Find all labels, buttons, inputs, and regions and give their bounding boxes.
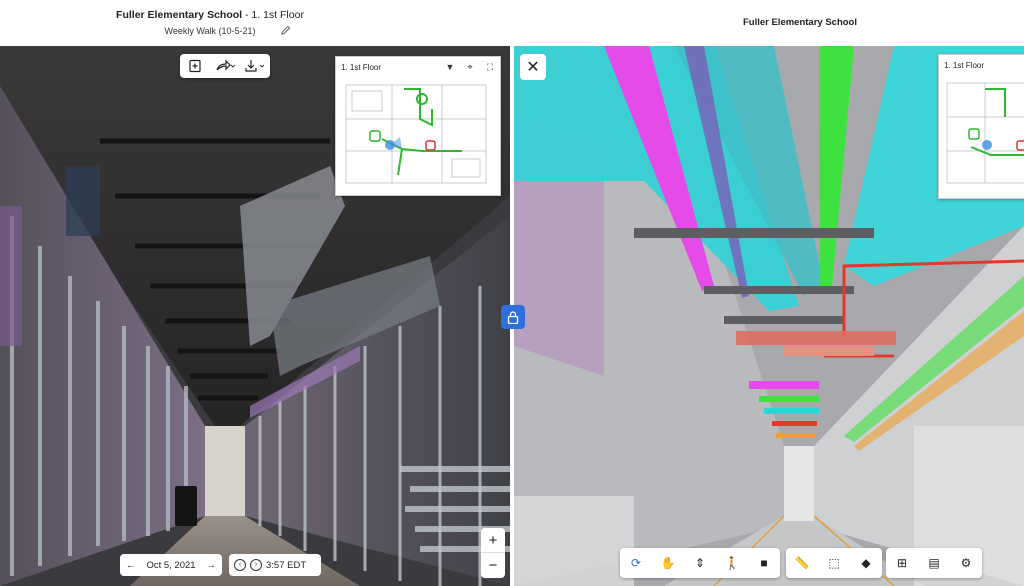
photo-action-toolbar: [180, 54, 270, 78]
capture-date: Oct 5, 2021: [146, 559, 196, 571]
model-minimap-floor-label: 1. 1st Floor: [944, 60, 985, 70]
fullscreen-icon[interactable]: ⛶: [480, 62, 500, 73]
properties-button[interactable]: ▤: [918, 548, 950, 578]
vertical-move-button[interactable]: ⇕: [684, 548, 716, 578]
camera-icon: ■: [760, 556, 768, 570]
download-button[interactable]: [242, 59, 268, 74]
orbit-icon: ⟳: [630, 556, 642, 570]
hierarchy-icon: ⊞: [896, 556, 908, 570]
walk-name: Weekly Walk (10-5-21): [164, 26, 256, 36]
edit-pencil-icon[interactable]: [279, 25, 291, 37]
section-box-icon: ⬚: [828, 556, 840, 570]
floor-name: 1. 1st Floor: [251, 9, 304, 21]
model-minimap-header: 1. 1st Floor: [939, 55, 1024, 75]
navigation-toolbar: ⟳ ✋ ⇕ 🚶 ■: [620, 548, 780, 578]
project-name: Fuller Elementary School: [116, 9, 243, 21]
new-doc-button[interactable]: [182, 59, 208, 74]
time-selector: ‹ › 3:57 EDT: [229, 554, 321, 576]
lock-icon: [507, 310, 519, 324]
new-doc-icon: [189, 60, 201, 73]
model-title: Fuller Elementary School: [742, 17, 858, 28]
photo-header: Fuller Elementary School - 1. 1st Floor …: [0, 0, 512, 46]
model-floorplan-drawing: [945, 77, 1024, 192]
download-icon: [245, 60, 265, 73]
prev-time-icon[interactable]: ‹: [234, 559, 246, 571]
pan-hand-icon: ✋: [660, 556, 676, 570]
settings-button[interactable]: ⚙: [950, 548, 982, 578]
cube-explode-icon: ◆: [861, 556, 871, 570]
walk-button[interactable]: 🚶: [716, 548, 748, 578]
section-box-button[interactable]: ⬚: [818, 548, 850, 578]
floorplan-drawing: [342, 79, 497, 191]
photo-viewer[interactable]: 1. 1st Floor ▼ ⌖ ⛶ ← Oct 5, 2021 → ‹ › 3…: [0, 46, 510, 586]
zoom-control: + −: [481, 528, 505, 578]
next-time-icon[interactable]: ›: [250, 559, 262, 571]
person-walk-icon: 🚶: [724, 556, 740, 570]
model-viewer[interactable]: ✕ 1. 1st Floor ⟳ ✋ ⇕ 🚶 ■ 📏 ⬚ ◆ ⊞ ▤ ⚙: [514, 46, 1024, 586]
app-root: Fuller Elementary School - 1. 1st Floor …: [0, 0, 1024, 586]
crosshair-icon[interactable]: ⌖: [460, 62, 480, 73]
orbit-button[interactable]: ⟳: [620, 548, 652, 578]
settings-icon: ⚙: [960, 556, 972, 570]
explode-button[interactable]: ◆: [850, 548, 882, 578]
zoom-out-button[interactable]: −: [481, 553, 505, 578]
vertical-move-icon: ⇕: [694, 556, 706, 570]
share-icon: [216, 59, 236, 71]
measure-button[interactable]: 📏: [786, 548, 818, 578]
camera-button[interactable]: ■: [748, 548, 780, 578]
pan-button[interactable]: ✋: [652, 548, 684, 578]
measure-icon: 📏: [794, 556, 810, 570]
close-model-button[interactable]: ✕: [520, 54, 546, 80]
model-settings-toolbar: ⊞ ▤ ⚙: [886, 548, 982, 578]
minimap-floor-label: 1. 1st Floor: [341, 62, 382, 72]
minimap-header: 1. 1st Floor ▼ ⌖ ⛶: [336, 57, 500, 77]
floorplan-minimap[interactable]: 1. 1st Floor ▼ ⌖ ⛶: [335, 56, 501, 196]
properties-icon: ▤: [928, 556, 940, 570]
date-selector[interactable]: ← Oct 5, 2021 →: [120, 554, 222, 576]
model-floorplan-minimap[interactable]: 1. 1st Floor: [938, 54, 1024, 199]
model-header: Fuller Elementary School: [512, 0, 1024, 46]
prev-date-arrow-icon[interactable]: ←: [126, 560, 136, 571]
model-browser-button[interactable]: ⊞: [886, 548, 918, 578]
share-button[interactable]: [212, 59, 238, 74]
next-date-arrow-icon[interactable]: →: [207, 560, 217, 571]
page-title: Fuller Elementary School - 1. 1st Floor: [0, 9, 420, 21]
floor-dropdown-caret-icon[interactable]: ▼: [440, 62, 460, 72]
close-icon: ✕: [526, 59, 540, 76]
zoom-in-button[interactable]: +: [481, 528, 505, 553]
sync-lock-button[interactable]: [501, 305, 525, 329]
capture-time: 3:57 EDT: [266, 559, 307, 571]
model-tools-toolbar: 📏 ⬚ ◆: [786, 548, 882, 578]
